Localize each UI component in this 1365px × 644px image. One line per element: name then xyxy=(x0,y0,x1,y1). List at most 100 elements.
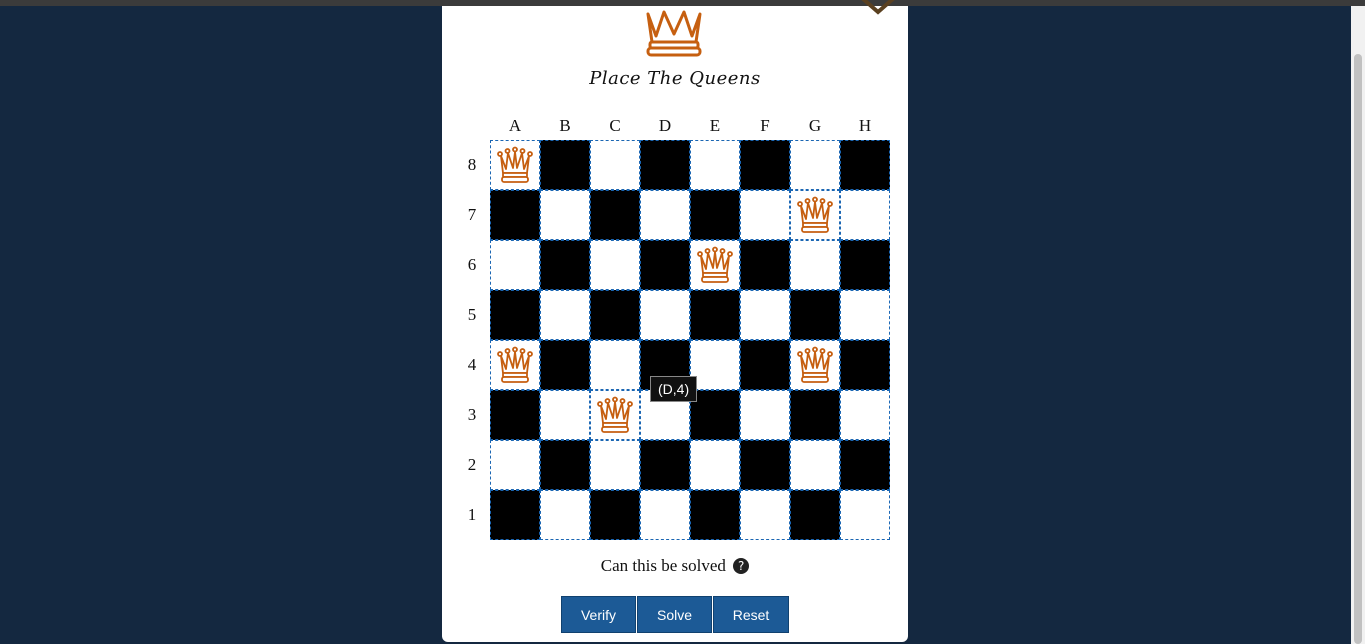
board-cell-g2[interactable] xyxy=(790,440,840,490)
board-cell-g5[interactable] xyxy=(790,290,840,340)
reset-button[interactable]: Reset xyxy=(713,596,789,633)
board-cell-h6[interactable] xyxy=(840,240,890,290)
queen-icon xyxy=(795,195,835,235)
column-labels: A B C D E F G H xyxy=(490,114,890,138)
column-label: H xyxy=(858,116,872,135)
board-cell-e7[interactable] xyxy=(690,190,740,240)
board-cell-c3[interactable] xyxy=(590,390,640,440)
board-cell-a4[interactable] xyxy=(490,340,540,390)
board-cell-g8[interactable] xyxy=(790,140,840,190)
board-cell-g6[interactable] xyxy=(790,240,840,290)
board-cell-f5[interactable] xyxy=(740,290,790,340)
board-cell-d2[interactable] xyxy=(640,440,690,490)
board-cell-b6[interactable] xyxy=(540,240,590,290)
board-cell-f1[interactable] xyxy=(740,490,790,540)
row-label: 7 xyxy=(467,205,477,224)
board-cell-e4[interactable] xyxy=(690,340,740,390)
board-cell-f7[interactable] xyxy=(740,190,790,240)
queen-icon xyxy=(595,395,635,435)
queen-icon xyxy=(495,145,535,185)
column-label: E xyxy=(709,116,721,135)
column-label: A xyxy=(508,116,522,135)
row-label: 1 xyxy=(467,505,477,524)
board-cell-h5[interactable] xyxy=(840,290,890,340)
modal-title: Place The Queens xyxy=(589,68,761,89)
board-cell-h2[interactable] xyxy=(840,440,890,490)
board-cell-d6[interactable] xyxy=(640,240,690,290)
board-cell-c5[interactable] xyxy=(590,290,640,340)
column-label: B xyxy=(559,116,571,135)
board-cell-b5[interactable] xyxy=(540,290,590,340)
verify-button[interactable]: Verify xyxy=(561,596,636,633)
board-cell-a5[interactable] xyxy=(490,290,540,340)
board-cell-b7[interactable] xyxy=(540,190,590,240)
close-icon[interactable] xyxy=(856,0,900,28)
board-cell-e1[interactable] xyxy=(690,490,740,540)
board-cell-d8[interactable] xyxy=(640,140,690,190)
board-cell-c7[interactable] xyxy=(590,190,640,240)
board-cell-g1[interactable] xyxy=(790,490,840,540)
board-cell-b4[interactable] xyxy=(540,340,590,390)
cell-tooltip: (D,4) xyxy=(650,376,698,402)
board-cell-d7[interactable] xyxy=(640,190,690,240)
row-label: 3 xyxy=(467,405,477,424)
board-cell-h8[interactable] xyxy=(840,140,890,190)
solvable-question: Can this be solved ? xyxy=(442,554,908,578)
board-cell-d1[interactable] xyxy=(640,490,690,540)
crown-icon xyxy=(638,6,710,58)
column-label: G xyxy=(808,116,822,135)
queens-modal: Place The Queens A B C D E F G H 8 7 6 5 4 3 2 1 (D,4)… xyxy=(442,0,908,642)
board-cell-a3[interactable] xyxy=(490,390,540,440)
board-cell-f4[interactable] xyxy=(740,340,790,390)
board-cell-c1[interactable] xyxy=(590,490,640,540)
page-scrollbar[interactable] xyxy=(1351,6,1365,644)
board-cell-b3[interactable] xyxy=(540,390,590,440)
row-label: 6 xyxy=(467,255,477,274)
board-cell-c2[interactable] xyxy=(590,440,640,490)
row-labels: 8 7 6 5 4 3 2 1 xyxy=(460,140,484,540)
board-cell-g7[interactable] xyxy=(790,190,840,240)
row-label: 4 xyxy=(467,355,477,374)
scrollbar-thumb[interactable] xyxy=(1354,54,1362,644)
board-cell-g3[interactable] xyxy=(790,390,840,440)
board-cell-c8[interactable] xyxy=(590,140,640,190)
question-text: Can this be solved xyxy=(600,556,726,575)
row-label: 5 xyxy=(467,305,477,324)
board-cell-a8[interactable] xyxy=(490,140,540,190)
board-cell-a2[interactable] xyxy=(490,440,540,490)
board-cell-a6[interactable] xyxy=(490,240,540,290)
board-cell-f8[interactable] xyxy=(740,140,790,190)
board-cell-f3[interactable] xyxy=(740,390,790,440)
board-cell-a1[interactable] xyxy=(490,490,540,540)
board-cell-h1[interactable] xyxy=(840,490,890,540)
solve-button[interactable]: Solve xyxy=(637,596,712,633)
board-cell-c6[interactable] xyxy=(590,240,640,290)
board-cell-h7[interactable] xyxy=(840,190,890,240)
board-cell-d5[interactable] xyxy=(640,290,690,340)
board-cell-h4[interactable] xyxy=(840,340,890,390)
board-cell-b2[interactable] xyxy=(540,440,590,490)
chess-board xyxy=(490,140,890,540)
action-buttons: Verify Solve Reset xyxy=(561,596,789,633)
board-cell-b1[interactable] xyxy=(540,490,590,540)
queen-icon xyxy=(495,345,535,385)
queen-icon xyxy=(795,345,835,385)
board-cell-f2[interactable] xyxy=(740,440,790,490)
board-cell-e3[interactable] xyxy=(690,390,740,440)
row-label: 2 xyxy=(467,455,477,474)
board-cell-e8[interactable] xyxy=(690,140,740,190)
board-cell-g4[interactable] xyxy=(790,340,840,390)
board-cell-e2[interactable] xyxy=(690,440,740,490)
help-icon[interactable]: ? xyxy=(733,558,750,574)
board-cell-c4[interactable] xyxy=(590,340,640,390)
board-cell-b8[interactable] xyxy=(540,140,590,190)
board-cell-h3[interactable] xyxy=(840,390,890,440)
board-cell-f6[interactable] xyxy=(740,240,790,290)
board-cell-e6[interactable] xyxy=(690,240,740,290)
column-label: F xyxy=(760,116,770,135)
board-cell-a7[interactable] xyxy=(490,190,540,240)
row-label: 8 xyxy=(467,155,477,174)
board-cell-e5[interactable] xyxy=(690,290,740,340)
column-label: C xyxy=(609,116,621,135)
column-label: D xyxy=(658,116,672,135)
